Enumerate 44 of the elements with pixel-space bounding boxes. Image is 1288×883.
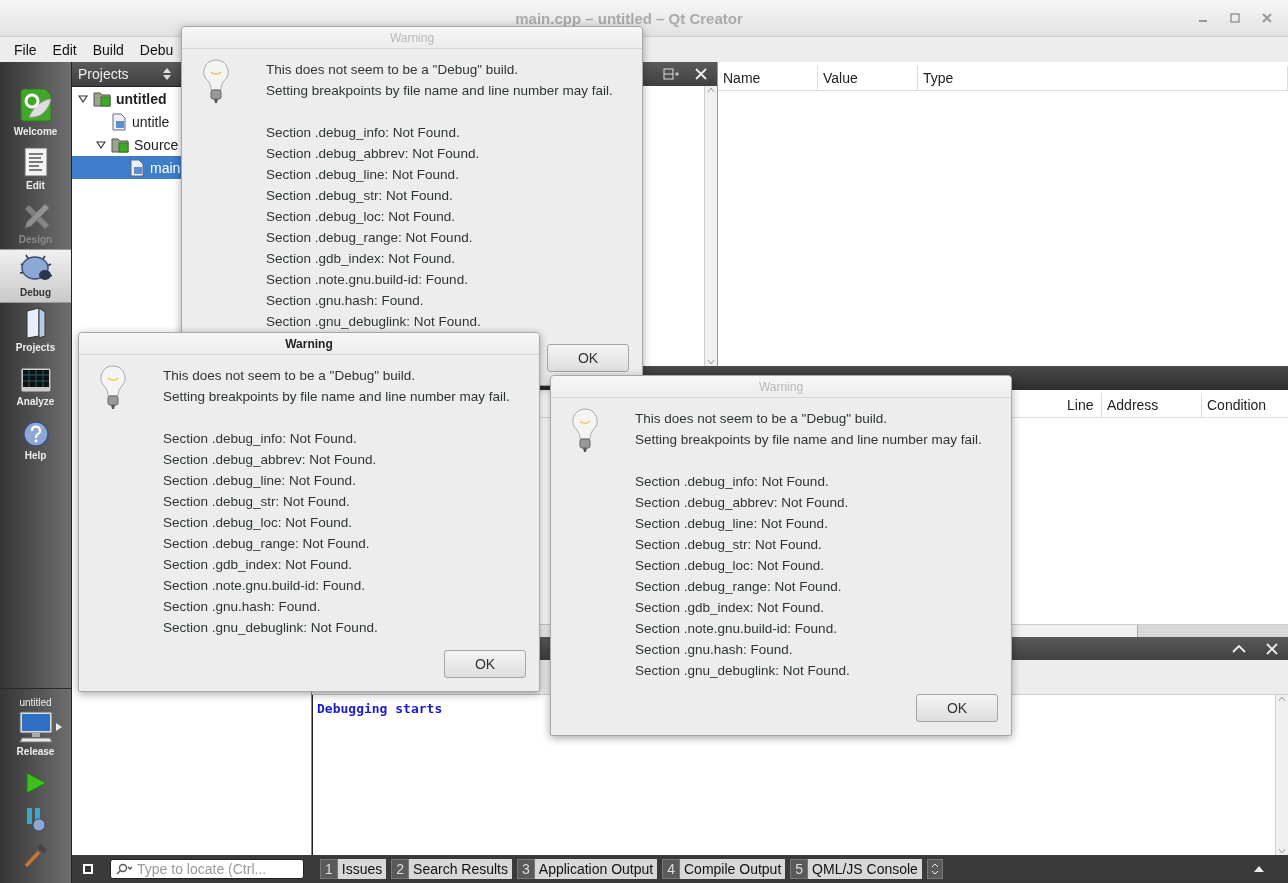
section-status-text: Section .gdb_index: Not Found. bbox=[266, 250, 457, 268]
section-status-text: Section .debug_info: Not Found. bbox=[266, 124, 461, 142]
section-status-text: Section .debug_info: Not Found. bbox=[635, 473, 830, 491]
section-status-text: Section .debug_abbrev: Not Found. bbox=[635, 494, 850, 512]
section-status-text: Section .debug_line: Not Found. bbox=[266, 166, 460, 184]
section-status-text: Section .note.gnu.build-id: Found. bbox=[163, 577, 366, 595]
section-status-text: Section .debug_range: Not Found. bbox=[163, 535, 371, 553]
section-status-text: Section .debug_range: Not Found. bbox=[635, 578, 843, 596]
section-status-text: Section .debug_loc: Not Found. bbox=[635, 557, 826, 575]
section-status-text: Section .debug_info: Not Found. bbox=[163, 430, 358, 448]
section-status-text: Section .debug_line: Not Found. bbox=[163, 472, 357, 490]
section-status-text: Section .debug_line: Not Found. bbox=[635, 515, 829, 533]
section-status-text: Section .debug_loc: Not Found. bbox=[266, 208, 457, 226]
dialog-title: Warning bbox=[389, 30, 435, 45]
section-status-text: Section .debug_abbrev: Not Found. bbox=[163, 451, 378, 469]
section-status-text: Section .debug_abbrev: Not Found. bbox=[266, 145, 481, 163]
project-name: untitled bbox=[19, 697, 52, 708]
section-status-text: Section .gdb_index: Not Found. bbox=[163, 556, 354, 574]
message-text: This does not seem to be a "Debug" build. bbox=[163, 367, 416, 385]
section-status-text: Section .gdb_index: Not Found. bbox=[635, 599, 826, 617]
message-text: This does not seem to be a "Debug" build. bbox=[266, 61, 519, 79]
section-status-text: Section .gnu_debuglink: Not Found. bbox=[635, 662, 851, 680]
section-status-text: Section .note.gnu.build-id: Found. bbox=[635, 620, 838, 638]
section-status-text: Section .gnu.hash: Found. bbox=[266, 292, 425, 310]
section-status-text: Section .gnu_debuglink: Not Found. bbox=[163, 619, 379, 637]
message-text: This does not seem to be a "Debug" build. bbox=[635, 410, 888, 428]
window-title: main.cpp – untitled – Qt Creator bbox=[514, 9, 744, 27]
section-status-text: Section .gnu_debuglink: Not Found. bbox=[266, 313, 482, 331]
section-status-text: Section .gnu.hash: Found. bbox=[635, 641, 794, 659]
message-text: Setting breakpoints by file name and line number may fail. bbox=[266, 82, 613, 100]
pane-title: Projects bbox=[78, 66, 129, 82]
section-status-text: Section .gnu.hash: Found. bbox=[163, 598, 322, 616]
build-configuration: Release bbox=[16, 746, 55, 757]
message-text: Setting breakpoints by file name and line number may fail. bbox=[635, 431, 982, 449]
message-text: Setting breakpoints by file name and line number may fail. bbox=[163, 388, 510, 406]
section-status-text: Section .debug_str: Not Found. bbox=[163, 493, 351, 511]
section-status-text: Section .debug_range: Not Found. bbox=[266, 229, 474, 247]
section-status-text: Section .debug_loc: Not Found. bbox=[163, 514, 354, 532]
dialog-title: Warning bbox=[285, 336, 333, 351]
section-status-text: Section .note.gnu.build-id: Found. bbox=[266, 271, 469, 289]
section-status-text: Section .debug_str: Not Found. bbox=[635, 536, 823, 554]
dialog-title: Warning bbox=[758, 379, 804, 394]
output-text: Debugging starts bbox=[317, 701, 443, 716]
section-status-text: Section .debug_str: Not Found. bbox=[266, 187, 454, 205]
